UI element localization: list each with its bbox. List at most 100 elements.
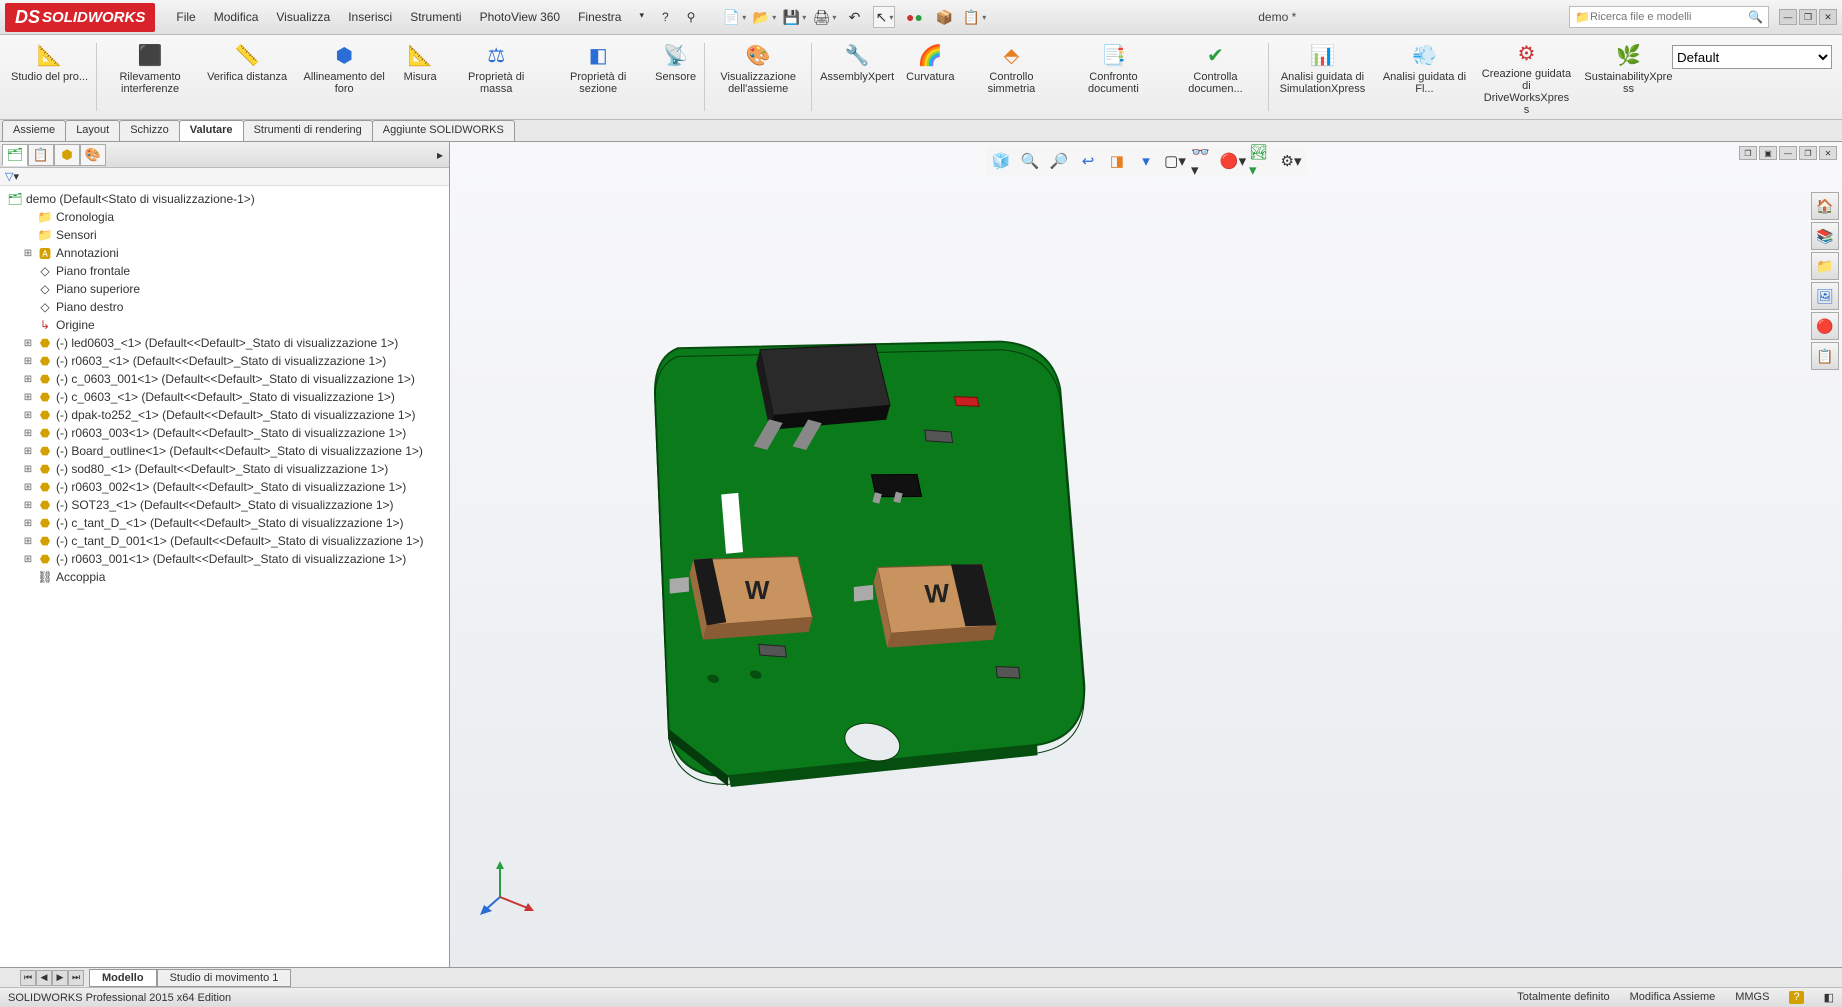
rib-vis-assieme[interactable]: 🎨Visualizzazione dell'assieme: [707, 38, 809, 116]
print-button[interactable]: 🖨: [813, 6, 835, 28]
tree-part[interactable]: ⊞⬣(-) c_tant_D_001<1> (Default<<Default>…: [2, 532, 447, 550]
options-button[interactable]: 📦: [933, 6, 955, 28]
scene-button[interactable]: 🏞▾: [1249, 148, 1275, 174]
rib-curvatura[interactable]: 🌈Curvatura: [900, 38, 960, 116]
fm-tree-tab[interactable]: 🗂: [2, 144, 28, 166]
tree-part[interactable]: ⊞⬣(-) r0603_002<1> (Default<<Default>_St…: [2, 478, 447, 496]
menu-file[interactable]: File: [168, 6, 203, 28]
menu-photoview[interactable]: PhotoView 360: [472, 6, 569, 28]
tree-piano-sup[interactable]: ◇Piano superiore: [2, 280, 447, 298]
menu-pin-icon[interactable]: ⚲: [679, 6, 704, 28]
view-settings-button[interactable]: ⚙▾: [1278, 148, 1304, 174]
undo-button[interactable]: ↶: [843, 6, 865, 28]
tab-valutare[interactable]: Valutare: [179, 120, 244, 141]
tree-piano-front[interactable]: ◇Piano frontale: [2, 262, 447, 280]
rib-confronto[interactable]: 📑Confronto documenti: [1062, 38, 1164, 116]
menu-tools[interactable]: Strumenti: [402, 6, 469, 28]
tree-part[interactable]: ⊞⬣(-) r0603_001<1> (Default<<Default>_St…: [2, 550, 447, 568]
vp-tile-button[interactable]: ▣: [1759, 146, 1777, 160]
tab-assieme[interactable]: Assieme: [2, 120, 66, 141]
rib-verifica[interactable]: 📏Verifica distanza: [201, 38, 293, 116]
options-drop-button[interactable]: 📋: [963, 6, 985, 28]
rib-prop-sezione[interactable]: ◧Proprietà di sezione: [547, 38, 649, 116]
vp-min-button[interactable]: —: [1779, 146, 1797, 160]
menu-view[interactable]: Visualizza: [268, 6, 338, 28]
rib-sensore[interactable]: 📡Sensore: [649, 38, 702, 116]
prev-view-button[interactable]: ↩: [1075, 148, 1101, 174]
rib-prop-massa[interactable]: ⚖Proprietà di massa: [445, 38, 547, 116]
tab-aggiunte[interactable]: Aggiunte SOLIDWORKS: [372, 120, 515, 141]
vp-max-button[interactable]: ❐: [1739, 146, 1757, 160]
status-collapse-icon[interactable]: ◧: [1824, 991, 1834, 1004]
save-button[interactable]: 💾: [783, 6, 805, 28]
zoom-fit-button[interactable]: 🔍: [1017, 148, 1043, 174]
restore-button[interactable]: ❐: [1799, 9, 1817, 25]
status-help-icon[interactable]: ?: [1789, 991, 1803, 1004]
rib-sustain[interactable]: 🌿SustainabilityXpress: [1577, 38, 1679, 116]
rib-studio[interactable]: 📐Studio del pro...: [5, 38, 94, 116]
tree-piano-dx[interactable]: ◇Piano destro: [2, 298, 447, 316]
search-box[interactable]: 📁 🔍: [1569, 6, 1769, 28]
tab-layout[interactable]: Layout: [65, 120, 120, 141]
tree-part[interactable]: ⊞⬣(-) SOT23_<1> (Default<<Default>_Stato…: [2, 496, 447, 514]
tree-sensori[interactable]: 📁Sensori: [2, 226, 447, 244]
tree-cronologia[interactable]: 📁Cronologia: [2, 208, 447, 226]
display-style-button[interactable]: ▢▾: [1162, 148, 1188, 174]
select-button[interactable]: ↖: [873, 6, 895, 28]
tree-part[interactable]: ⊞⬣(-) led0603_<1> (Default<<Default>_Sta…: [2, 334, 447, 352]
menu-insert[interactable]: Inserisci: [340, 6, 400, 28]
tree-part[interactable]: ⊞⬣(-) c_0603_<1> (Default<<Default>_Stat…: [2, 388, 447, 406]
menu-window[interactable]: Finestra: [570, 6, 629, 28]
rib-rilevamento[interactable]: ⬛Rilevamento interferenze: [99, 38, 201, 116]
tab-first-button[interactable]: ⏮: [20, 970, 36, 986]
status-units[interactable]: MMGS: [1735, 991, 1769, 1004]
rib-allineamento[interactable]: ⬢Allineamento del foro: [293, 38, 395, 116]
feature-filter-bar[interactable]: ▽▾: [0, 168, 449, 186]
zoom-area-button[interactable]: 🔎: [1046, 148, 1072, 174]
tree-root[interactable]: 🗂demo (Default<Stato di visualizzazione-…: [2, 190, 447, 208]
tab-next-button[interactable]: ▶: [52, 970, 68, 986]
hide-show-button[interactable]: 👓▾: [1191, 148, 1217, 174]
close-button[interactable]: ✕: [1819, 9, 1837, 25]
fm-property-tab[interactable]: 📋: [28, 144, 54, 166]
rib-assemblyxpert[interactable]: 🔧AssemblyXpert: [814, 38, 900, 116]
tp-view-palette-button[interactable]: 🖼: [1811, 282, 1839, 310]
tab-movimento[interactable]: Studio di movimento 1: [157, 969, 292, 987]
menu-edit[interactable]: Modifica: [206, 6, 267, 28]
vp-restore-button[interactable]: ❐: [1799, 146, 1817, 160]
rib-floxpress[interactable]: 💨Analisi guidata di Fl...: [1373, 38, 1475, 116]
tab-last-button[interactable]: ⏭: [68, 970, 84, 986]
view-orientation-button[interactable]: 🧊: [988, 148, 1014, 174]
tab-render[interactable]: Strumenti di rendering: [243, 120, 373, 141]
rib-drivexpress[interactable]: ⚙Creazione guidata di DriveWorksXpress: [1475, 38, 1577, 116]
rib-simmetria[interactable]: ⬘Controllo simmetria: [960, 38, 1062, 116]
rib-controlla[interactable]: ✔Controlla documen...: [1164, 38, 1266, 116]
tree-part[interactable]: ⊞⬣(-) sod80_<1> (Default<<Default>_Stato…: [2, 460, 447, 478]
section-view-button[interactable]: ◨: [1104, 148, 1130, 174]
tp-design-lib-button[interactable]: 📚: [1811, 222, 1839, 250]
tree-part[interactable]: ⊞⬣(-) r0603_003<1> (Default<<Default>_St…: [2, 424, 447, 442]
tree-origine[interactable]: ↳Origine: [2, 316, 447, 334]
appearance-button[interactable]: 🔴▾: [1220, 148, 1246, 174]
tree-part[interactable]: ⊞⬣(-) Board_outline<1> (Default<<Default…: [2, 442, 447, 460]
open-doc-button[interactable]: 📂: [753, 6, 775, 28]
menu-window-drop[interactable]: ▾: [631, 6, 652, 28]
tree-part[interactable]: ⊞⬣(-) c_tant_D_<1> (Default<<Default>_St…: [2, 514, 447, 532]
fm-dimxpert-tab[interactable]: 🎨: [80, 144, 106, 166]
tab-prev-button[interactable]: ◀: [36, 970, 52, 986]
tp-file-explorer-button[interactable]: 📁: [1811, 252, 1839, 280]
tab-schizzo[interactable]: Schizzo: [119, 120, 180, 141]
view-cube-button[interactable]: ▾: [1133, 148, 1159, 174]
configuration-select[interactable]: Default: [1672, 45, 1832, 69]
tree-part[interactable]: ⊞⬣(-) c_0603_001<1> (Default<<Default>_S…: [2, 370, 447, 388]
tree-part[interactable]: ⊞⬣(-) r0603_<1> (Default<<Default>_Stato…: [2, 352, 447, 370]
graphics-viewport[interactable]: 🧊 🔍 🔎 ↩ ◨ ▾ ▢▾ 👓▾ 🔴▾ 🏞▾ ⚙▾ ❐ ▣ — ❐ ✕ 🏠 📚…: [450, 142, 1842, 967]
fm-config-tab[interactable]: ⬢: [54, 144, 80, 166]
search-input[interactable]: [1590, 11, 1748, 23]
tp-resources-button[interactable]: 🏠: [1811, 192, 1839, 220]
tree-annotazioni[interactable]: ⊞🅰Annotazioni: [2, 244, 447, 262]
minimize-button[interactable]: —: [1779, 9, 1797, 25]
tree-part[interactable]: ⊞⬣(-) dpak-to252_<1> (Default<<Default>_…: [2, 406, 447, 424]
tp-appearances-button[interactable]: 🔴: [1811, 312, 1839, 340]
tree-accoppia[interactable]: ⛓Accoppia: [2, 568, 447, 586]
